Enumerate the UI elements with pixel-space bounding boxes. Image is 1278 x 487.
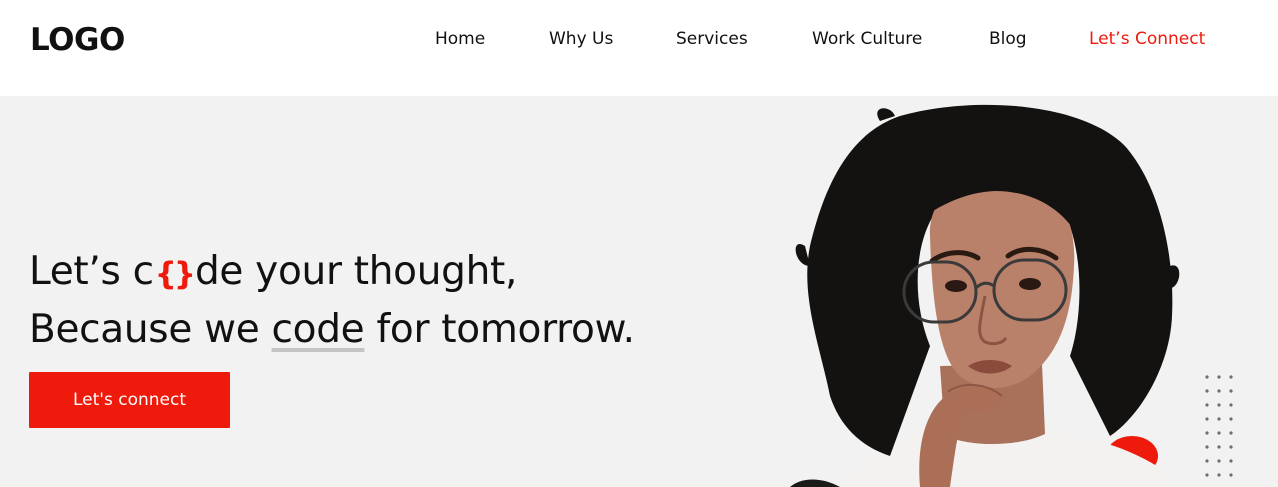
nav-work-culture-link[interactable]: Work Culture: [812, 29, 922, 49]
nav-why-us-link[interactable]: Why Us: [549, 29, 613, 49]
nav-lets-connect-link[interactable]: Let’s Connect: [1089, 29, 1205, 49]
nav-blog-link[interactable]: Blog: [989, 29, 1027, 49]
headline-text: for tomorrow.: [364, 307, 635, 352]
curly-brace-icon: {}: [154, 256, 196, 292]
headline-highlight: code: [271, 307, 365, 352]
site-header: LOGO Home Why Us Services Work Culture B…: [0, 0, 1278, 96]
hero-headline: Let’s c{}de your thought, Because we cod…: [29, 244, 635, 358]
headline-text: Let’s c: [29, 249, 154, 294]
main-nav: Home Why Us Services Work Culture Blog L…: [0, 29, 1278, 53]
lets-connect-button[interactable]: Let's connect: [29, 372, 230, 428]
headline-text: de your thought,: [194, 249, 518, 294]
headline-text: Because we: [29, 307, 272, 352]
hero-portrait-image: [790, 104, 1180, 487]
decorative-dots-icon: [1205, 375, 1233, 477]
hero-section: Let’s c{}de your thought, Because we cod…: [0, 96, 1278, 487]
nav-services-link[interactable]: Services: [676, 29, 748, 49]
nav-home-link[interactable]: Home: [435, 29, 485, 49]
